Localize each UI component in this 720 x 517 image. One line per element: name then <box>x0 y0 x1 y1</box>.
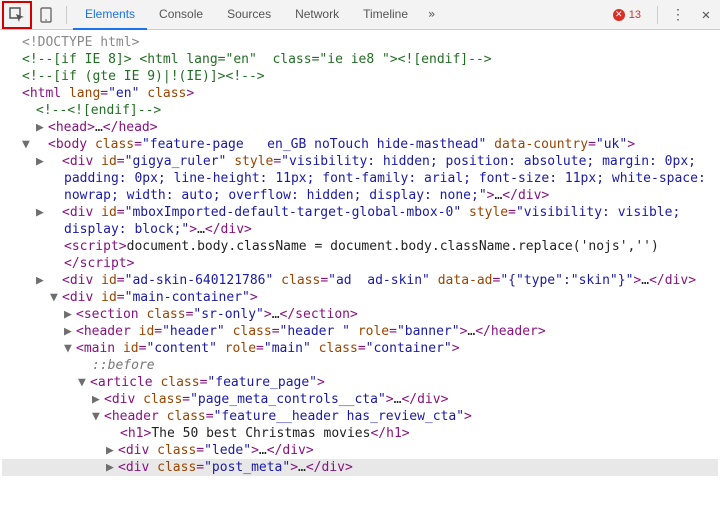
expand-icon[interactable]: ▶ <box>106 459 118 476</box>
dom-node[interactable]: ▶<div class="page_meta_controls__cta">…<… <box>2 391 718 408</box>
more-tabs-button[interactable]: » <box>420 0 443 30</box>
dom-node[interactable]: ▶<div id="mboxImported-default-target-gl… <box>16 204 718 238</box>
dom-comment[interactable]: <!--[if (gte IE 9)|!(IE)]><!--> <box>2 68 718 85</box>
dom-tree[interactable]: <!DOCTYPE html> <!--[if IE 8]> <html lan… <box>0 30 720 517</box>
inspect-element-button[interactable] <box>2 1 32 29</box>
separator <box>66 6 67 24</box>
expand-icon[interactable]: ▶ <box>92 391 104 408</box>
tab-network[interactable]: Network <box>283 0 351 30</box>
tab-timeline[interactable]: Timeline <box>351 0 420 30</box>
expand-icon[interactable]: ▶ <box>50 272 62 289</box>
dom-comment[interactable]: <!--[if IE 8]> <html lang="en" class="ie… <box>2 51 718 68</box>
dom-node-main-container[interactable]: ▼<div id="main-container"> <box>2 289 718 306</box>
collapse-icon[interactable]: ▼ <box>92 408 104 425</box>
close-devtools-button[interactable]: ✕ <box>692 7 720 23</box>
dom-node[interactable]: ▶<div class="lede">…</div> <box>2 442 718 459</box>
collapse-icon[interactable]: ▼ <box>36 136 48 153</box>
dom-node-head[interactable]: ▶<head>…</head> <box>2 119 718 136</box>
dom-node-article[interactable]: ▼<article class="feature_page"> <box>2 374 718 391</box>
device-toggle-button[interactable] <box>32 1 60 29</box>
expand-icon[interactable]: ▶ <box>50 204 62 221</box>
error-count: 13 <box>629 9 641 21</box>
expand-icon[interactable]: ▶ <box>50 153 62 170</box>
dom-node-feature-header[interactable]: ▼<header class="feature__header has_revi… <box>2 408 718 425</box>
dom-node[interactable]: ▶<div id="gigya_ruler" style="visibility… <box>16 153 718 204</box>
pseudo-before[interactable]: ::before <box>2 357 718 374</box>
device-icon <box>40 7 52 23</box>
dom-comment[interactable]: <!--<![endif]--> <box>2 102 718 119</box>
dom-node[interactable]: ▶<section class="sr-only">…</section> <box>2 306 718 323</box>
kebab-menu-button[interactable]: ⋮ <box>664 7 692 23</box>
dom-node-selected[interactable]: ▶<div class="post_meta">…</div> <box>2 459 718 476</box>
tab-elements[interactable]: Elements <box>73 0 147 30</box>
separator <box>657 6 658 24</box>
dom-node-script[interactable]: <script>document.body.className = docume… <box>2 238 718 272</box>
devtools-toolbar: Elements Console Sources Network Timelin… <box>0 0 720 30</box>
error-count-badge[interactable]: ✕ 13 <box>603 9 651 21</box>
error-icon: ✕ <box>613 9 625 21</box>
tab-console[interactable]: Console <box>147 0 215 30</box>
tab-sources[interactable]: Sources <box>215 0 283 30</box>
collapse-icon[interactable]: ▼ <box>50 289 62 306</box>
dom-node-html[interactable]: <html lang="en" class> <box>2 85 718 102</box>
expand-icon[interactable]: ▶ <box>64 306 76 323</box>
tab-bar: Elements Console Sources Network Timelin… <box>73 0 443 30</box>
expand-icon[interactable]: ▶ <box>64 323 76 340</box>
dom-node[interactable]: ▶<div id="ad-skin-640121786" class="ad a… <box>16 272 718 289</box>
dom-node-main[interactable]: ▼<main id="content" role="main" class="c… <box>2 340 718 357</box>
dom-node-body[interactable]: ▼<body class="feature-page en_GB noTouch… <box>16 136 718 153</box>
expand-icon[interactable]: ▶ <box>106 442 118 459</box>
dom-node-h1[interactable]: <h1>The 50 best Christmas movies</h1> <box>2 425 718 442</box>
collapse-icon[interactable]: ▼ <box>78 374 90 391</box>
dom-node[interactable]: ▶<header id="header" class="header " rol… <box>2 323 718 340</box>
dom-node[interactable]: <!DOCTYPE html> <box>2 34 718 51</box>
expand-icon[interactable]: ▶ <box>36 119 48 136</box>
inspect-icon <box>9 7 25 23</box>
collapse-icon[interactable]: ▼ <box>64 340 76 357</box>
